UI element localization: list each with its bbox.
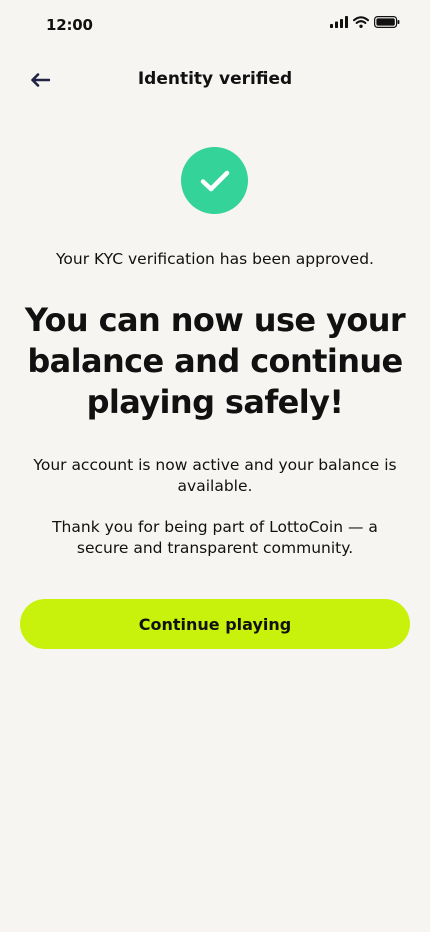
cellular-signal-icon: [330, 16, 348, 28]
status-icons: [330, 16, 400, 28]
status-time: 12:00: [46, 16, 93, 34]
continue-playing-button[interactable]: Continue playing: [20, 599, 410, 649]
check-circle-icon: [181, 147, 248, 214]
account-active-message: Your account is now active and your bala…: [33, 456, 397, 495]
wifi-icon: [353, 16, 369, 28]
headline: You can now use your balance and continu…: [24, 301, 406, 421]
header: Identity verified: [0, 60, 430, 100]
community-message: Thank you for being part of LottoCoin — …: [52, 518, 378, 557]
battery-icon: [374, 16, 400, 28]
kyc-approved-message: Your KYC verification has been approved.: [56, 250, 374, 268]
page-title: Identity verified: [137, 69, 293, 89]
status-bar: 12:00: [0, 0, 430, 50]
checkmark-icon: [200, 170, 229, 191]
